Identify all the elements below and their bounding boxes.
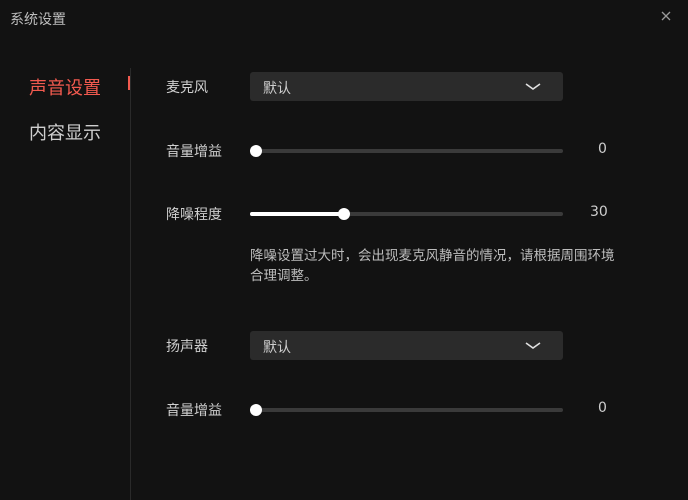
chevron-down-icon [525,342,541,349]
close-button[interactable] [658,8,674,24]
sidebar-divider [130,68,131,500]
chevron-down-icon [525,83,541,90]
close-icon [661,11,671,21]
mic-gain-label: 音量增益 [166,144,222,160]
speaker-gain-slider[interactable] [250,403,563,417]
slider-fill [250,212,344,216]
sidebar: 声音设置 内容显示 [0,60,130,500]
mic-gain-value: 0 [598,141,607,157]
speaker-select[interactable]: 默认 [250,331,563,360]
speaker-select-value: 默认 [263,340,291,356]
mic-gain-slider[interactable] [250,144,563,158]
microphone-select-value: 默认 [263,81,291,97]
slider-track [250,408,563,412]
speaker-gain-value: 0 [598,400,607,416]
microphone-label: 麦克风 [166,80,208,96]
slider-thumb[interactable] [250,404,262,416]
noise-reduction-note: 降噪设置过大时，会出现麦克风静音的情况，请根据周围环境合理调整。 [250,248,615,284]
noise-reduction-value: 30 [590,204,608,220]
slider-thumb[interactable] [250,145,262,157]
sidebar-item-content-display[interactable]: 内容显示 [29,119,101,145]
speaker-label: 扬声器 [166,339,208,355]
sidebar-item-sound-settings[interactable]: 声音设置 [29,74,101,100]
microphone-select[interactable]: 默认 [250,72,563,101]
window-title: 系统设置 [10,12,66,28]
title-bar: 系统设置 [0,0,688,36]
slider-track [250,149,563,153]
noise-reduction-slider[interactable] [250,207,563,221]
slider-thumb[interactable] [337,208,350,220]
speaker-gain-label: 音量增益 [166,403,222,419]
noise-reduction-label: 降噪程度 [166,207,222,223]
